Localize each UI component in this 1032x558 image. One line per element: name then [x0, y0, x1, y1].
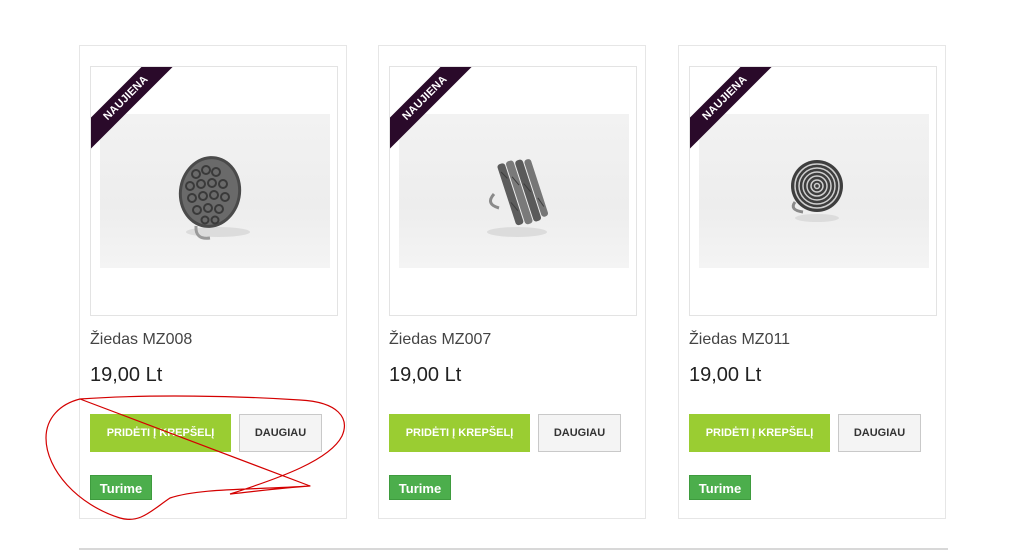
product-price: 19,00 Lt: [389, 364, 462, 386]
stock-badge: Turime: [689, 475, 751, 500]
section-divider: [79, 548, 948, 550]
product-title[interactable]: Žiedas MZ007: [389, 331, 491, 349]
add-to-cart-button[interactable]: PRIDĖTI Į KREPŠELĮ: [389, 414, 530, 452]
new-badge-label: NAUJIENA: [690, 67, 774, 151]
new-badge-label: NAUJIENA: [390, 67, 474, 151]
new-badge-label: NAUJIENA: [91, 67, 175, 151]
product-title[interactable]: Žiedas MZ008: [90, 331, 192, 349]
product-price: 19,00 Lt: [90, 364, 163, 386]
product-card: NAUJIENA Žiedas MZ008 19,00 Lt PRIDĖTI Į…: [79, 45, 347, 519]
product-price: 19,00 Lt: [689, 364, 762, 386]
product-card: NAUJIENA Žiedas MZ011 19,00 Lt PRIDĖTI Į…: [678, 45, 946, 519]
stock-badge: Turime: [389, 475, 451, 500]
more-button[interactable]: DAUGIAU: [538, 414, 621, 452]
product-image-link[interactable]: NAUJIENA: [389, 66, 637, 316]
add-to-cart-button[interactable]: PRIDĖTI Į KREPŠELĮ: [689, 414, 830, 452]
new-badge: NAUJIENA: [91, 67, 175, 151]
product-card: NAUJIENA Žiedas MZ007 19,00 Lt PRIDĖTI Į…: [378, 45, 646, 519]
add-to-cart-button[interactable]: PRIDĖTI Į KREPŠELĮ: [90, 414, 231, 452]
more-button[interactable]: DAUGIAU: [239, 414, 322, 452]
stock-badge: Turime: [90, 475, 152, 500]
product-title[interactable]: Žiedas MZ011: [689, 331, 790, 349]
new-badge: NAUJIENA: [390, 67, 474, 151]
product-image-link[interactable]: NAUJIENA: [689, 66, 937, 316]
product-image-link[interactable]: NAUJIENA: [90, 66, 338, 316]
product-grid: NAUJIENA Žiedas MZ008 19,00 Lt PRIDĖTI Į…: [0, 0, 1032, 558]
new-badge: NAUJIENA: [690, 67, 774, 151]
more-button[interactable]: DAUGIAU: [838, 414, 921, 452]
